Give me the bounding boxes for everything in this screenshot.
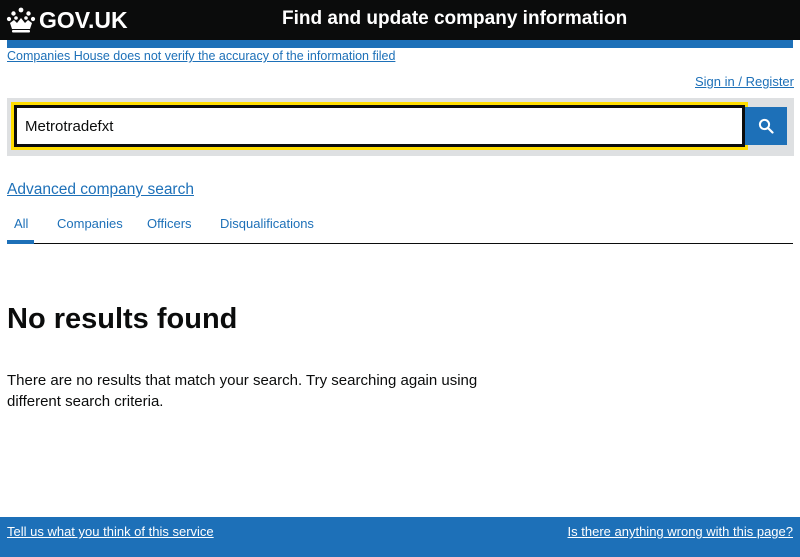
- no-results-message: There are no results that match your sea…: [7, 372, 478, 410]
- tab-disqualifications[interactable]: Disqualifications: [220, 216, 314, 231]
- logo-text: GOV.UK: [39, 6, 128, 33]
- service-name[interactable]: Find and update company information: [282, 8, 627, 30]
- header-accent-bar: [7, 40, 793, 48]
- selected-tab-indicator: [7, 240, 34, 244]
- crown-icon: [6, 7, 36, 33]
- tab-officers[interactable]: Officers: [147, 216, 192, 231]
- feedback-link[interactable]: Tell us what you think of this service: [7, 524, 214, 539]
- sign-in-register-link[interactable]: Sign in / Register: [695, 74, 794, 89]
- disclaimer-link[interactable]: Companies House does not verify the accu…: [7, 49, 395, 63]
- tab-all[interactable]: All: [14, 216, 28, 231]
- advanced-search-link[interactable]: Advanced company search: [7, 181, 194, 199]
- search-button[interactable]: [745, 107, 787, 145]
- site-header: GOV.UK Find and update company informati…: [0, 0, 800, 40]
- no-results-heading: No results found: [7, 303, 238, 335]
- search-panel: [7, 98, 794, 156]
- tab-companies[interactable]: Companies: [57, 216, 123, 231]
- search-icon: [758, 118, 774, 134]
- site-footer: Tell us what you think of this service I…: [0, 517, 800, 557]
- report-problem-link[interactable]: Is there anything wrong with this page?: [568, 524, 793, 539]
- govuk-logo[interactable]: GOV.UK: [6, 6, 128, 34]
- search-result-tabs: All Companies Officers Disqualifications: [7, 208, 793, 244]
- search-input[interactable]: [11, 102, 748, 150]
